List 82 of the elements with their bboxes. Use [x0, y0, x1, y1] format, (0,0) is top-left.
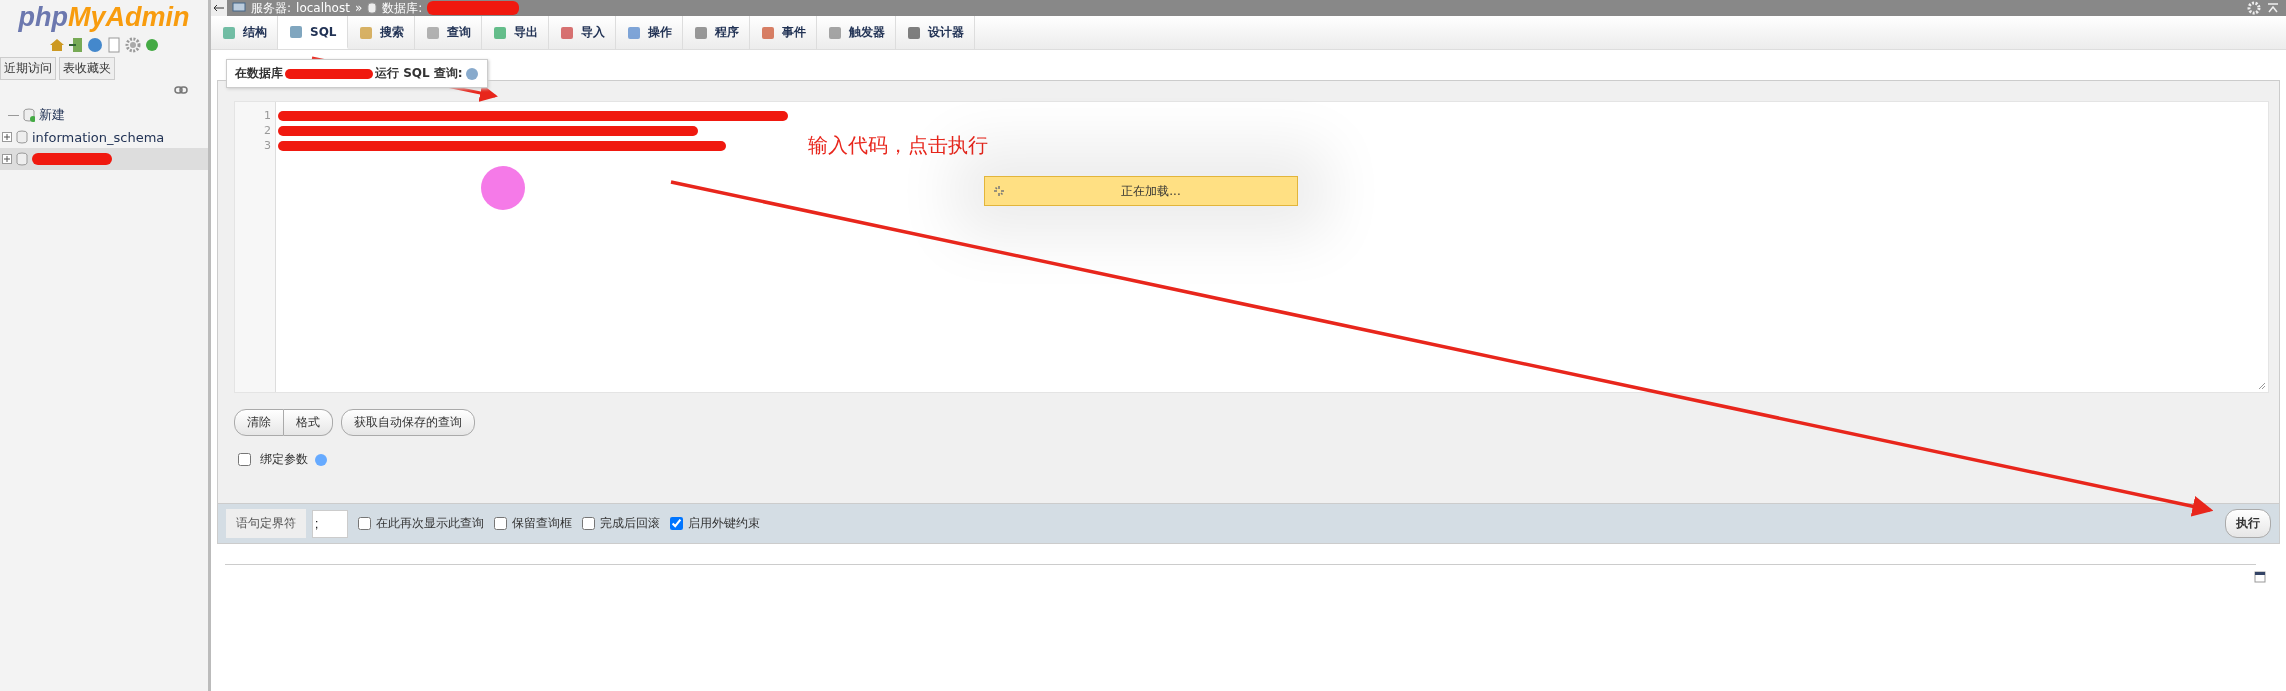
square-icon — [905, 24, 922, 41]
database-icon — [23, 108, 35, 122]
legend-text: 运行 SQL 查询: — [375, 65, 463, 82]
square-icon — [357, 24, 374, 41]
tab[interactable]: 触发器 — [816, 16, 896, 49]
tab-label: 搜索 — [379, 24, 404, 41]
editor-button[interactable]: 格式 — [284, 409, 333, 436]
tab[interactable]: 导入 — [548, 16, 616, 49]
tab-label: 设计器 — [927, 24, 964, 41]
annotation-text: 输入代码，点击执行 — [808, 132, 988, 159]
legend-text: 在数据库 — [235, 65, 283, 82]
database-link[interactable]: information_schema — [32, 129, 165, 145]
checkbox[interactable] — [358, 517, 371, 530]
square-icon — [221, 24, 237, 41]
tab[interactable]: 设计器 — [895, 16, 975, 49]
go-button[interactable]: 执行 — [2225, 509, 2271, 538]
square-icon — [288, 23, 304, 40]
server-icon — [232, 2, 246, 14]
resize-grip-icon[interactable] — [2258, 382, 2266, 390]
line-number: 2 — [263, 123, 272, 138]
help-icon[interactable] — [86, 37, 103, 53]
tab[interactable]: 程序 — [682, 16, 750, 49]
tab-label: 查询 — [446, 24, 471, 41]
breadcrumb-label: 服务器: — [251, 0, 292, 17]
square-icon — [558, 24, 575, 41]
delimiter-label: 语句定界符 — [226, 509, 306, 538]
checkbox[interactable] — [494, 517, 507, 530]
collapse-icon[interactable] — [2266, 1, 2280, 15]
sidebar-tab[interactable]: 近期访问 — [0, 57, 56, 80]
loading-text: 正在加载... — [1120, 182, 1182, 200]
tab-label: 导出 — [513, 24, 538, 41]
square-icon — [759, 24, 776, 41]
logo: phpMyAdmin — [18, 2, 190, 33]
checkbox-label: 启用外键约束 — [688, 515, 760, 532]
tab[interactable]: 搜索 — [347, 16, 415, 49]
tab[interactable]: 导出 — [481, 16, 549, 49]
autosave-button[interactable]: 获取自动保存的查询 — [341, 409, 475, 436]
database-link[interactable]: 新建 — [39, 106, 65, 124]
square-icon — [826, 24, 843, 41]
exit-icon[interactable] — [67, 37, 84, 53]
tab-label: 事件 — [781, 24, 806, 41]
square-icon — [491, 24, 508, 41]
expand-icon[interactable] — [2, 132, 12, 142]
tab-label: 导入 — [580, 24, 605, 41]
database-icon — [16, 130, 28, 144]
help-icon[interactable] — [464, 66, 479, 81]
checkbox-label: 绑定参数 — [260, 451, 308, 468]
tab-label: 结构 — [243, 24, 267, 41]
checkbox[interactable] — [238, 453, 251, 466]
link-icon[interactable] — [174, 86, 188, 94]
tab[interactable]: 事件 — [749, 16, 817, 49]
checkbox[interactable] — [670, 517, 683, 530]
settings-icon[interactable] — [124, 37, 141, 53]
sidebar-tab[interactable]: 表收藏夹 — [59, 57, 115, 80]
tab[interactable]: 操作 — [615, 16, 683, 49]
help-icon[interactable] — [314, 452, 328, 467]
tab[interactable]: SQL — [278, 16, 348, 49]
console-icon[interactable] — [2254, 571, 2266, 583]
square-icon — [692, 24, 709, 41]
tab-label: 触发器 — [848, 24, 885, 41]
checkbox-label: 完成后回滚 — [600, 515, 660, 532]
tab[interactable]: 查询 — [414, 16, 482, 49]
reload-icon[interactable] — [143, 37, 160, 53]
expand-icon[interactable] — [2, 154, 12, 164]
square-icon — [424, 24, 441, 41]
square-icon — [625, 24, 642, 41]
breadcrumb-link[interactable]: localhost — [296, 1, 350, 15]
tab-label: SQL — [310, 24, 337, 39]
line-number: 1 — [263, 108, 272, 123]
breadcrumb-label: 数据库: — [382, 0, 423, 17]
delimiter-field[interactable]: ; — [312, 509, 348, 538]
editor-button[interactable]: 清除 — [234, 409, 284, 436]
database-icon — [16, 152, 28, 166]
tab-label: 操作 — [647, 24, 672, 41]
checkbox[interactable] — [582, 517, 595, 530]
line-number: 3 — [263, 138, 272, 153]
checkbox-label: 在此再次显示此查询 — [376, 515, 484, 532]
database-icon — [367, 2, 378, 14]
spinner-icon — [993, 185, 1005, 197]
breadcrumb-separator: » — [354, 1, 363, 15]
tab-label: 程序 — [714, 24, 739, 41]
checkbox-label: 保留查询框 — [512, 515, 572, 532]
